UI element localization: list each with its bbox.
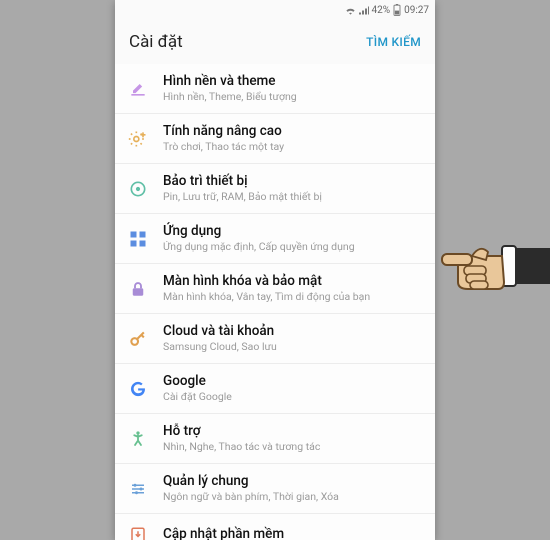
signal-icon — [359, 6, 369, 15]
row-sub: Cài đặt Google — [163, 391, 421, 404]
row-sub: Pin, Lưu trữ, RAM, Bảo mật thiết bị — [163, 191, 421, 204]
row-general-management[interactable]: Quản lý chung Ngôn ngữ và bàn phím, Thời… — [115, 464, 435, 514]
target-icon — [127, 178, 149, 200]
row-title: Quản lý chung — [163, 473, 421, 490]
row-title: Bảo trì thiết bị — [163, 173, 421, 190]
row-wallpaper-theme[interactable]: Hình nền và theme Hình nền, Theme, Biểu … — [115, 64, 435, 114]
grid-icon — [127, 228, 149, 250]
row-advanced-features[interactable]: Tính năng nâng cao Trò chơi, Thao tác mộ… — [115, 114, 435, 164]
clock: 09:27 — [404, 5, 429, 16]
phone-frame: 42% 09:27 Cài đặt TÌM KIẾM Hình nền và t… — [115, 0, 435, 540]
person-icon — [127, 428, 149, 450]
row-title: Cloud và tài khoản — [163, 323, 421, 340]
tutorial-pointing-hand-icon — [440, 226, 550, 306]
row-title: Tính năng nâng cao — [163, 123, 421, 140]
row-sub: Nhìn, Nghe, Thao tác và tương tác — [163, 441, 421, 454]
row-cloud-accounts[interactable]: Cloud và tài khoản Samsung Cloud, Sao lư… — [115, 314, 435, 364]
row-title: Hỗ trợ — [163, 423, 421, 440]
row-software-update[interactable]: Cập nhật phần mềm — [115, 514, 435, 540]
row-google[interactable]: Google Cài đặt Google — [115, 364, 435, 414]
sliders-icon — [127, 478, 149, 500]
google-icon — [127, 378, 149, 400]
row-sub: Trò chơi, Thao tác một tay — [163, 141, 421, 154]
row-sub: Ngôn ngữ và bàn phím, Thời gian, Xóa — [163, 491, 421, 504]
row-accessibility[interactable]: Hỗ trợ Nhìn, Nghe, Thao tác và tương tác — [115, 414, 435, 464]
battery-percent: 42% — [372, 5, 391, 16]
wifi-icon — [345, 6, 356, 15]
brush-icon — [127, 78, 149, 100]
search-button[interactable]: TÌM KIẾM — [366, 35, 421, 49]
key-icon — [127, 328, 149, 350]
row-sub: Samsung Cloud, Sao lưu — [163, 341, 421, 354]
row-device-maintenance[interactable]: Bảo trì thiết bị Pin, Lưu trữ, RAM, Bảo … — [115, 164, 435, 214]
row-sub: Ứng dụng mặc định, Cấp quyền ứng dụng — [163, 241, 421, 254]
row-title: Cập nhật phần mềm — [163, 526, 421, 540]
lock-icon — [127, 278, 149, 300]
row-title: Google — [163, 373, 421, 390]
row-title: Màn hình khóa và bảo mật — [163, 273, 421, 290]
row-sub: Màn hình khóa, Vân tay, Tìm di động của … — [163, 291, 421, 304]
battery-icon — [393, 4, 401, 16]
row-title: Ứng dụng — [163, 223, 421, 240]
gear-plus-icon — [127, 128, 149, 150]
page-title: Cài đặt — [129, 32, 183, 52]
app-bar: Cài đặt TÌM KIẾM — [115, 20, 435, 64]
row-title: Hình nền và theme — [163, 73, 421, 90]
download-icon — [127, 524, 149, 540]
row-applications[interactable]: Ứng dụng Ứng dụng mặc định, Cấp quyền ứn… — [115, 214, 435, 264]
status-bar: 42% 09:27 — [115, 0, 435, 20]
settings-list: Hình nền và theme Hình nền, Theme, Biểu … — [115, 64, 435, 540]
row-lockscreen-security[interactable]: Màn hình khóa và bảo mật Màn hình khóa, … — [115, 264, 435, 314]
row-sub: Hình nền, Theme, Biểu tượng — [163, 91, 421, 104]
